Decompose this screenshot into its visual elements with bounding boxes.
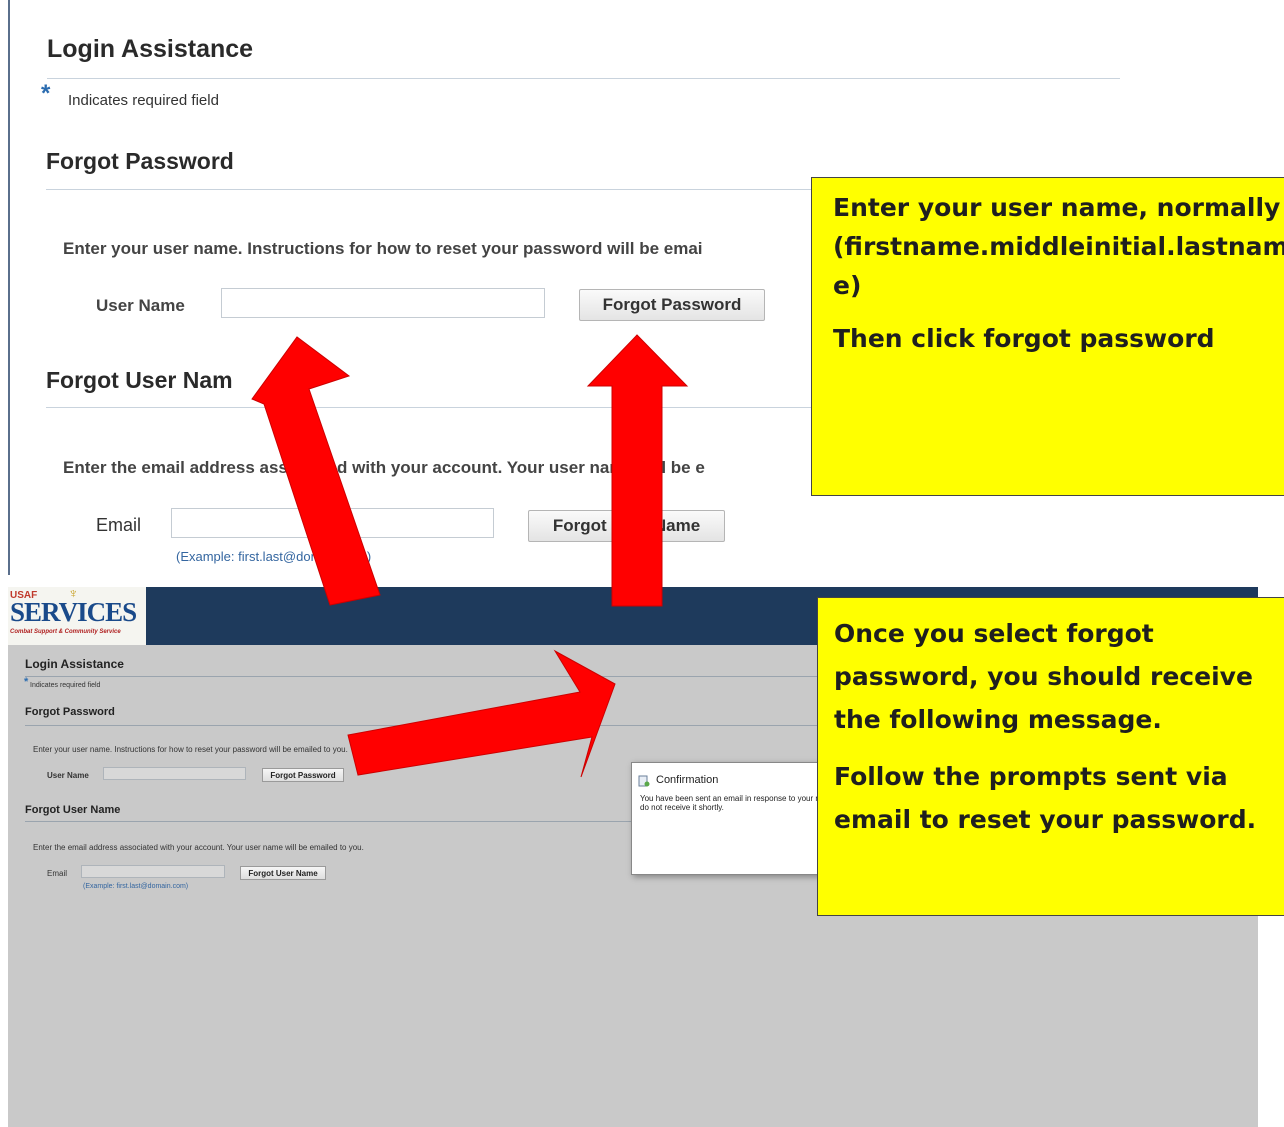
arrow-to-confirmation-icon — [347, 649, 616, 778]
red-arrows-overlay — [251, 334, 689, 778]
arrow-to-forgot-password-icon — [586, 334, 689, 607]
arrow-to-user-name-icon — [251, 336, 381, 606]
